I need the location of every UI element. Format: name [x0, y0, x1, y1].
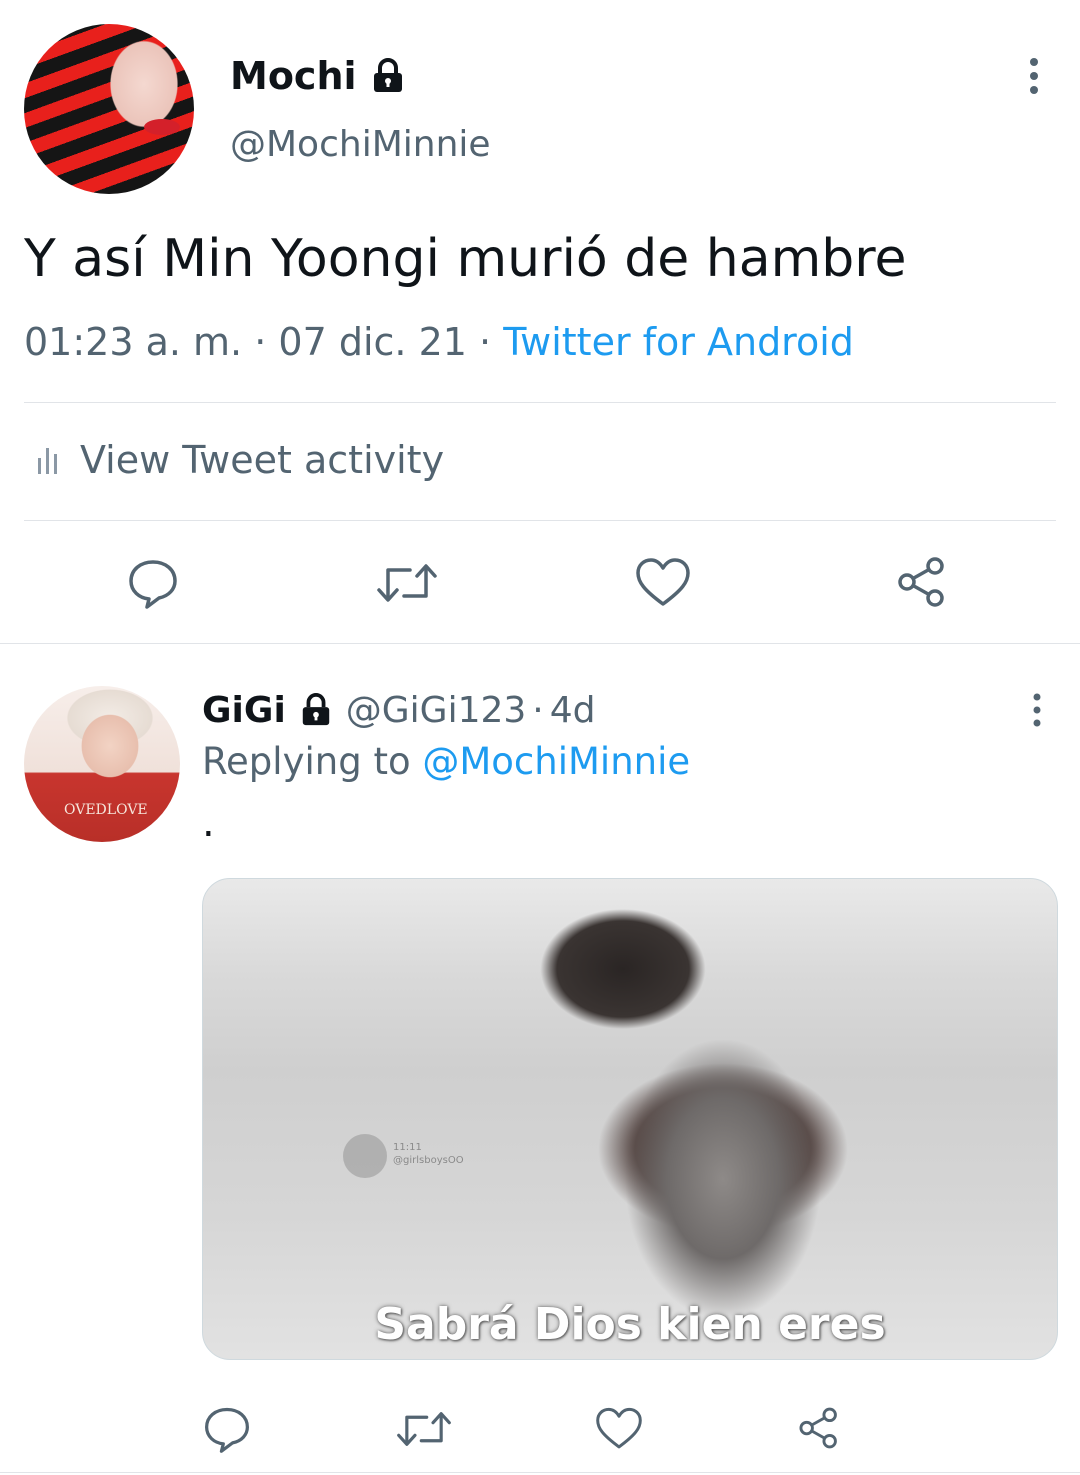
watermark-user: @girlsboysOO — [393, 1155, 464, 1166]
retweet-icon[interactable] — [396, 1406, 452, 1452]
tweet-meta: 01:23 a. m. · 07 dic. 21 · Twitter for A… — [24, 320, 854, 364]
view-activity-label[interactable]: View Tweet activity — [80, 438, 444, 482]
share-icon[interactable] — [894, 556, 950, 608]
replying-to-line: Replying to @MochiMinnie — [202, 740, 690, 783]
tweet-source-link[interactable]: Twitter for Android — [503, 320, 854, 364]
reply-author-avatar[interactable]: OVEDLOVE — [24, 686, 180, 842]
meta-separator: · — [254, 320, 267, 364]
author-handle[interactable]: @MochiMinnie — [230, 124, 491, 165]
author-name-row[interactable]: Mochi — [230, 52, 405, 100]
author-name[interactable]: Mochi — [230, 54, 357, 98]
bar-chart-icon — [34, 444, 62, 476]
lock-icon — [298, 693, 334, 727]
more-vertical-icon[interactable] — [1016, 56, 1052, 96]
replying-to-handle-link[interactable]: @MochiMinnie — [422, 740, 690, 783]
section-divider — [0, 643, 1080, 644]
author-avatar[interactable] — [24, 24, 194, 194]
watermark-avatar — [343, 1134, 387, 1178]
tweet-date: 07 dic. 21 — [278, 320, 467, 364]
reply-bubble-icon[interactable] — [202, 1404, 252, 1454]
retweet-icon[interactable] — [376, 558, 438, 608]
reply-age[interactable]: 4d — [550, 690, 596, 731]
avatar-shirt-text: OVEDLOVE — [64, 802, 148, 818]
watermark-time: 11:11 — [393, 1142, 422, 1153]
reply-header: GiGi @GiGi123 · 4d — [202, 688, 596, 732]
reply-bubble-icon[interactable] — [126, 556, 180, 610]
divider — [24, 520, 1056, 521]
reply-author-handle[interactable]: @GiGi123 — [346, 690, 527, 731]
watermark: 11:11 @girlsboysOO — [393, 1141, 464, 1167]
lock-icon — [371, 58, 405, 94]
avatar-detail — [144, 119, 180, 135]
reply-media-image[interactable]: 11:11 @girlsboysOO Sabrá Dios kien eres — [202, 878, 1058, 1360]
divider — [24, 402, 1056, 403]
tweet-text: Y así Min Yoongi murió de hambre — [24, 229, 907, 289]
replying-to-prefix: Replying to — [202, 740, 411, 783]
reply-text: . — [202, 800, 215, 846]
media-caption: Sabrá Dios kien eres — [374, 1299, 886, 1350]
section-divider — [0, 1472, 1080, 1473]
share-icon[interactable] — [796, 1406, 842, 1450]
heart-icon[interactable] — [594, 1406, 644, 1452]
reply-author-name[interactable]: GiGi — [202, 690, 286, 731]
more-vertical-icon[interactable] — [1022, 692, 1052, 728]
view-activity-link[interactable]: View Tweet activity — [34, 438, 444, 482]
tweet-time: 01:23 a. m. — [24, 320, 243, 364]
meta-separator: · — [532, 689, 544, 731]
heart-icon[interactable] — [634, 556, 692, 610]
meta-separator: · — [479, 320, 492, 364]
